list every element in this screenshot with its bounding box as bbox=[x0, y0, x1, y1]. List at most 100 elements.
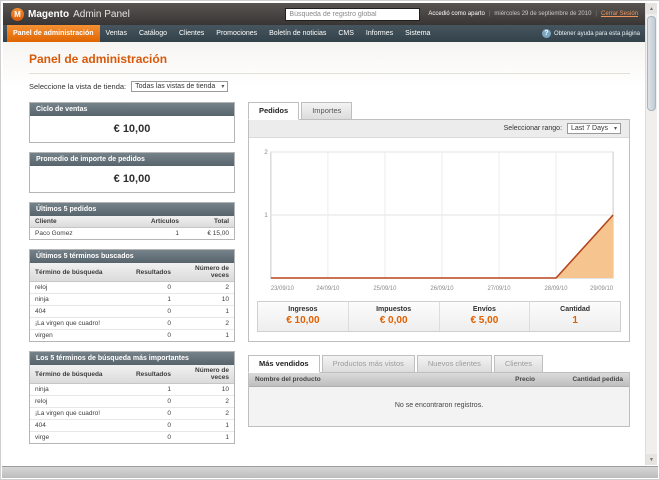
dashboard-columns: Ciclo de ventas € 10,00 Promedio de impo… bbox=[29, 102, 630, 453]
table-row[interactable]: reloj 0 2 bbox=[30, 395, 234, 408]
cell: 0 bbox=[130, 305, 176, 318]
nav-item-dashboard[interactable]: Panel de administración bbox=[7, 25, 100, 42]
vertical-scrollbar[interactable]: ▲ ▼ bbox=[645, 3, 657, 465]
table-row[interactable]: ¡La virgen que cuadro! 0 2 bbox=[30, 407, 234, 420]
nav-item-reports[interactable]: Informes bbox=[360, 25, 399, 42]
scrollbar-up-icon[interactable]: ▲ bbox=[646, 3, 657, 14]
total-shipping: Envíos € 5,00 bbox=[438, 302, 530, 331]
table-header-row: Término de búsqueda Resultados Número de… bbox=[30, 365, 234, 384]
tab-best-sellers[interactable]: Más vendidos bbox=[248, 355, 320, 373]
cell: reloj bbox=[30, 395, 131, 408]
svg-text:1: 1 bbox=[264, 212, 268, 219]
help-link[interactable]: ? Obtener ayuda para esta página bbox=[541, 25, 642, 42]
cell: reloj bbox=[30, 281, 131, 294]
table-row[interactable]: ¡La virgen que cuadro! 0 2 bbox=[30, 317, 234, 330]
cell: 0 bbox=[130, 317, 176, 330]
nav-item-sales[interactable]: Ventas bbox=[100, 25, 133, 42]
nav-item-customers[interactable]: Clientes bbox=[173, 25, 210, 42]
table-row[interactable]: virgen 0 1 bbox=[30, 329, 234, 341]
totals-row: Ingresos € 10,00 Impuestos € 0,00 Envíos… bbox=[257, 301, 621, 332]
top-search-terms-table: Término de búsqueda Resultados Número de… bbox=[30, 365, 234, 443]
store-view-select[interactable]: Todas las vistas de tienda ▾ bbox=[131, 81, 229, 92]
total-value: € 10,00 bbox=[286, 315, 320, 326]
range-label: Seleccionar rango: bbox=[503, 125, 563, 132]
brand: M Magento Admin Panel bbox=[11, 7, 130, 21]
store-view-value: Todas las vistas de tienda bbox=[135, 83, 216, 90]
nav-item-cms[interactable]: CMS bbox=[332, 25, 360, 42]
separator: | bbox=[488, 11, 491, 17]
grid-header-row: Nombre del producto Precio Cantidad pedi… bbox=[249, 373, 629, 387]
content-area: Panel de administración Seleccione la vi… bbox=[3, 42, 646, 465]
tab-new-customers[interactable]: Nuevos clientes bbox=[416, 355, 492, 373]
scrollbar-down-icon[interactable]: ▼ bbox=[646, 454, 657, 465]
nav-item-promotions[interactable]: Promociones bbox=[210, 25, 263, 42]
table-row[interactable]: 404 0 1 bbox=[30, 305, 234, 318]
chart-area: 1 2 23/09/10 24/09/10 25/09/10 26/09/10 27/09/… bbox=[257, 146, 621, 294]
col-header: Nombre del producto bbox=[255, 376, 321, 383]
table-row[interactable]: ninja 1 10 bbox=[30, 293, 234, 306]
col-header: Artículos bbox=[142, 216, 184, 228]
svg-text:24/09/10: 24/09/10 bbox=[316, 286, 340, 292]
cell: virge bbox=[30, 431, 131, 443]
table-row[interactable]: virge 0 1 bbox=[30, 431, 234, 443]
cell: ninja bbox=[30, 383, 131, 396]
empty-records-message: No se encontraron registros. bbox=[249, 387, 629, 426]
global-search-input[interactable] bbox=[285, 7, 421, 21]
last-orders-table: Cliente Artículos Total Paco Gomez 1 € 1… bbox=[30, 216, 234, 239]
cell: virgen bbox=[30, 329, 131, 341]
logout-link[interactable]: Cerrar Sesión bbox=[601, 11, 638, 17]
range-value: Last 7 Days bbox=[571, 125, 608, 132]
cell: 1 bbox=[176, 305, 234, 318]
tab-amounts[interactable]: Importes bbox=[301, 102, 353, 120]
store-view-switcher: Seleccione la vista de tienda: Todas las… bbox=[29, 81, 630, 92]
cell: 1 bbox=[176, 419, 234, 432]
main-nav: Panel de administración Ventas Catálogo … bbox=[3, 25, 646, 42]
scrollbar-thumb[interactable] bbox=[647, 16, 656, 111]
orders-chart: 1 2 23/09/10 24/09/10 25/09/10 26/09/10 27/09/… bbox=[264, 149, 614, 292]
cell: 10 bbox=[176, 383, 234, 396]
nav-item-newsletter[interactable]: Boletín de noticias bbox=[263, 25, 332, 42]
brand-suffix: Admin Panel bbox=[73, 8, 130, 20]
grid-tabs: Más vendidos Productos más vistos Nuevos… bbox=[248, 355, 630, 373]
tab-orders[interactable]: Pedidos bbox=[248, 102, 300, 120]
table-row[interactable]: ninja 1 10 bbox=[30, 383, 234, 396]
cell: 10 bbox=[176, 293, 234, 306]
panel-title: Últimos 5 términos buscados bbox=[30, 250, 234, 263]
table-row[interactable]: Paco Gomez 1 € 15,00 bbox=[30, 227, 234, 239]
current-date-text: miércoles 29 de septiembre de 2010 bbox=[494, 11, 592, 17]
magento-logo-icon: M bbox=[11, 7, 24, 21]
lifetime-sales-panel: Ciclo de ventas € 10,00 bbox=[29, 102, 235, 143]
table-header-row: Término de búsqueda Resultados Número de… bbox=[30, 263, 234, 282]
col-header: Precio bbox=[515, 376, 535, 383]
svg-text:2: 2 bbox=[264, 149, 268, 156]
tab-customers[interactable]: Clientes bbox=[493, 355, 543, 373]
chevron-down-icon: ▾ bbox=[221, 84, 225, 90]
svg-text:25/09/10: 25/09/10 bbox=[373, 286, 397, 292]
col-header: Cantidad pedida bbox=[572, 376, 623, 383]
panel-title: Promedio de importe de pedidos bbox=[30, 153, 234, 166]
nav-item-system[interactable]: Sistema bbox=[399, 25, 436, 42]
col-header: Término de búsqueda bbox=[30, 263, 131, 282]
cell: 2 bbox=[176, 281, 234, 294]
admin-page: M Magento Admin Panel Accedió como apart… bbox=[3, 3, 646, 465]
svg-text:29/09/10: 29/09/10 bbox=[590, 286, 614, 292]
dashboard-main: Pedidos Importes Seleccionar rango: Last… bbox=[248, 102, 630, 427]
total-value: € 5,00 bbox=[470, 315, 499, 326]
col-header: Número de veces bbox=[176, 263, 234, 282]
col-header: Término de búsqueda bbox=[30, 365, 131, 384]
top-header: M Magento Admin Panel Accedió como apart… bbox=[3, 3, 646, 25]
browser-viewport: M Magento Admin Panel Accedió como apart… bbox=[0, 0, 660, 480]
footer-bar bbox=[2, 466, 658, 478]
nav-item-catalog[interactable]: Catálogo bbox=[133, 25, 173, 42]
tab-most-viewed[interactable]: Productos más vistos bbox=[321, 355, 415, 373]
logged-in-as-text: Accedió como aparto bbox=[428, 11, 485, 17]
cell: 1 bbox=[130, 383, 176, 396]
separator: | bbox=[595, 11, 597, 17]
table-row[interactable]: 404 0 1 bbox=[30, 419, 234, 432]
table-row[interactable]: reloj 0 2 bbox=[30, 281, 234, 294]
average-orders-panel: Promedio de importe de pedidos € 10,00 bbox=[29, 152, 235, 193]
total-value: € 0,00 bbox=[379, 315, 408, 326]
svg-text:27/09/10: 27/09/10 bbox=[487, 286, 511, 292]
cell: 0 bbox=[130, 329, 176, 341]
range-select[interactable]: Last 7 Days ▾ bbox=[567, 123, 621, 134]
